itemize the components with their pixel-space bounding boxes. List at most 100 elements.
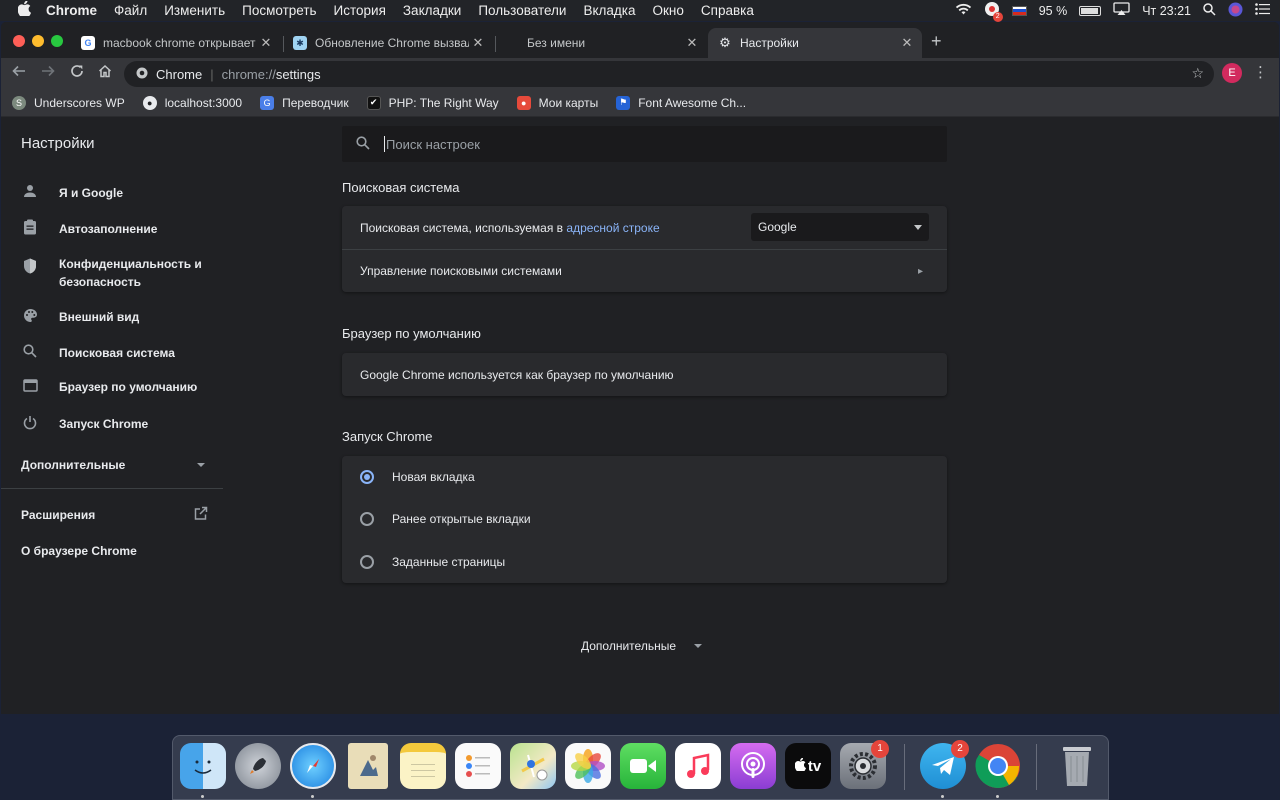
trash-icon[interactable]: [1054, 743, 1100, 789]
notification-center-icon[interactable]: [1255, 3, 1270, 18]
menu-window[interactable]: Окно: [653, 3, 684, 18]
tab-untitled[interactable]: Без имени ✕: [495, 28, 707, 58]
home-icon[interactable]: [95, 63, 115, 84]
dropdown-arrow-icon: [914, 225, 922, 230]
search-engine-selected-value: Google: [758, 220, 797, 234]
tab-close-icon[interactable]: ✕: [683, 35, 701, 51]
bookmark-my-maps[interactable]: ● Мои карты: [516, 95, 598, 110]
php-checkmark-icon: ✔: [366, 95, 381, 110]
sidebar-item-on-startup[interactable]: Запуск Chrome: [21, 415, 148, 433]
search-input[interactable]: Поиск настроек: [342, 126, 947, 162]
photos-icon[interactable]: [565, 743, 611, 789]
notification-app-icon[interactable]: 2: [984, 1, 1003, 22]
address-bar-link[interactable]: адресной строке: [566, 221, 659, 235]
bookmark-label: localhost:3000: [164, 95, 243, 110]
startup-option-new-tab[interactable]: Новая вкладка: [342, 456, 947, 498]
section-title-search-engine: Поисковая система: [342, 180, 460, 195]
sidebar-item-label: Автозаполнение: [59, 221, 158, 236]
sidebar-item-about-chrome[interactable]: О браузере Chrome: [21, 544, 137, 558]
sidebar-item-default-browser[interactable]: Браузер по умолчанию: [21, 379, 197, 395]
tab-macbook-chrome[interactable]: G macbook chrome открывает п ✕: [71, 28, 281, 58]
apple-tv-icon[interactable]: tv: [785, 743, 831, 789]
finder-icon[interactable]: [180, 743, 226, 789]
spotlight-search-icon[interactable]: [1203, 2, 1216, 19]
sidebar-item-privacy[interactable]: Конфиденциальность и безопасность: [21, 255, 202, 291]
menu-tab[interactable]: Вкладка: [583, 3, 635, 18]
bookmark-localhost[interactable]: ● localhost:3000: [142, 95, 243, 110]
site-favicon-icon: ✱: [293, 36, 307, 50]
sidebar-item-you-and-google[interactable]: Я и Google: [21, 184, 123, 201]
sidebar-advanced-toggle[interactable]: Дополнительные: [21, 458, 205, 472]
window-close-button[interactable]: [13, 35, 25, 47]
launchpad-icon[interactable]: [235, 743, 281, 789]
profile-avatar[interactable]: E: [1222, 63, 1242, 83]
window-zoom-button[interactable]: [51, 35, 63, 47]
address-bar[interactable]: Chrome | chrome:// settings ☆: [124, 61, 1214, 87]
safari-icon[interactable]: [290, 743, 336, 789]
forward-arrow-icon[interactable]: [38, 63, 58, 84]
menu-view[interactable]: Посмотреть: [242, 3, 316, 18]
bookmark-star-icon[interactable]: ☆: [1191, 65, 1204, 82]
clipboard-icon: [21, 219, 39, 238]
notes-icon[interactable]: [400, 743, 446, 789]
back-arrow-icon[interactable]: [9, 63, 29, 84]
keyboard-layout-flag-icon[interactable]: [1011, 5, 1027, 16]
radio-button-checked[interactable]: [360, 470, 374, 484]
bookmark-underscores[interactable]: S Underscores WP: [12, 95, 125, 110]
search-engine-row-text: Поисковая система, используемая в: [360, 220, 564, 235]
menu-history[interactable]: История: [334, 3, 386, 18]
menu-help[interactable]: Справка: [701, 3, 754, 18]
wifi-icon[interactable]: [955, 3, 972, 18]
reminders-icon[interactable]: [455, 743, 501, 789]
new-tab-button[interactable]: +: [931, 31, 942, 52]
chrome-menu-icon[interactable]: ⋮: [1253, 63, 1268, 81]
siri-icon[interactable]: [1228, 2, 1243, 20]
tab-close-icon[interactable]: ✕: [469, 35, 487, 51]
bookmark-php-right-way[interactable]: ✔ PHP: The Right Way: [366, 95, 499, 110]
menu-people[interactable]: Пользователи: [478, 3, 566, 18]
window-minimize-button[interactable]: [32, 35, 44, 47]
sidebar-item-label: Браузер по умолчанию: [59, 380, 198, 394]
clock[interactable]: Чт 23:21: [1142, 4, 1191, 18]
sidebar-item-appearance[interactable]: Внешний вид: [21, 308, 139, 326]
apple-menu-icon[interactable]: [17, 0, 46, 20]
tab-close-icon[interactable]: ✕: [898, 35, 916, 51]
music-icon[interactable]: [675, 743, 721, 789]
menu-file[interactable]: Файл: [114, 3, 147, 18]
default-browser-status-row: Google Chrome используется как браузер п…: [342, 353, 947, 396]
chrome-logo-icon: [136, 67, 148, 82]
radio-button[interactable]: [360, 512, 374, 526]
bookmark-translate[interactable]: G Переводчик: [260, 95, 349, 110]
bookmark-font-awesome[interactable]: ⚑ Font Awesome Ch...: [616, 95, 746, 110]
sidebar-item-extensions[interactable]: Расширения: [21, 506, 208, 522]
tab-settings[interactable]: ⚙ Настройки ✕: [708, 28, 922, 58]
reload-icon[interactable]: [67, 63, 87, 84]
advanced-settings-toggle[interactable]: Дополнительные: [581, 639, 702, 653]
search-engine-row: Поисковая система, используемая в адресн…: [342, 206, 947, 249]
menu-chrome[interactable]: Chrome: [46, 3, 97, 18]
search-engine-select[interactable]: Google: [751, 213, 929, 241]
sidebar-item-search-engine[interactable]: Поисковая система: [21, 344, 175, 361]
chrome-icon[interactable]: [975, 743, 1021, 789]
battery-icon[interactable]: [1079, 5, 1102, 16]
omnibox-divider: |: [210, 66, 214, 82]
menu-edit[interactable]: Изменить: [164, 3, 225, 18]
text-caret: [384, 136, 385, 152]
mail-icon[interactable]: [348, 743, 388, 789]
bookmark-label: Переводчик: [282, 95, 349, 110]
macos-dock: tv 1 2: [172, 735, 1109, 800]
maps-icon[interactable]: [510, 743, 556, 789]
sidebar-item-autofill[interactable]: Автозаполнение: [21, 219, 157, 238]
startup-option-continue[interactable]: Ранее открытые вкладки: [342, 498, 947, 540]
dock-separator: [1036, 744, 1037, 790]
facetime-icon[interactable]: [620, 743, 666, 789]
tv-label: tv: [807, 757, 822, 775]
tab-close-icon[interactable]: ✕: [257, 35, 275, 51]
radio-button[interactable]: [360, 554, 374, 569]
menu-bookmarks[interactable]: Закладки: [403, 3, 461, 18]
manage-search-engines-row[interactable]: Управление поисковыми системами ▸: [342, 249, 947, 292]
startup-option-specific-pages[interactable]: Заданные страницы: [342, 540, 947, 583]
airplay-icon[interactable]: [1113, 2, 1130, 19]
tab-chrome-update[interactable]: ✱ Обновление Chrome вызвало ✕: [283, 28, 493, 58]
podcasts-icon[interactable]: [730, 743, 776, 789]
